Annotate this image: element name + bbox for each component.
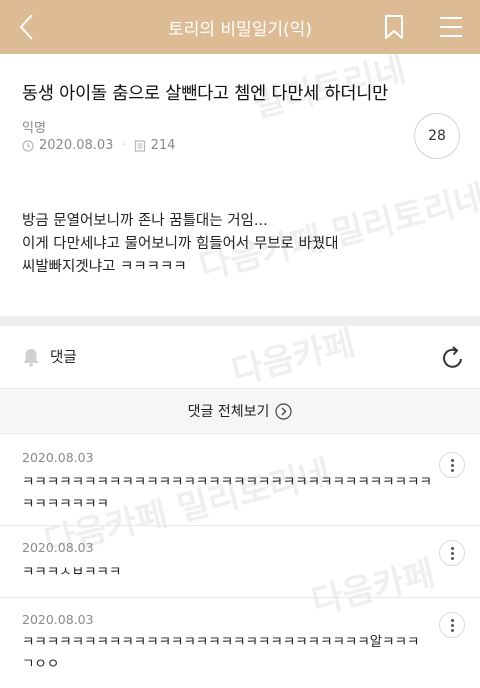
post-body-line: 씨발빠지겟냐고 ㅋㅋㅋㅋㅋ xyxy=(22,259,187,275)
post-meta: 2020.08.03 · 214 xyxy=(22,138,175,153)
cafe-board-title: 토리의 비밀일기(익) xyxy=(168,20,312,40)
watermark-text: 밀리토리네 xyxy=(328,178,480,255)
clock-icon xyxy=(22,139,34,152)
more-dot-icon xyxy=(451,469,454,472)
more-dot-icon xyxy=(451,547,454,550)
more-dot-icon xyxy=(451,552,454,555)
comment-more-button[interactable] xyxy=(439,612,465,638)
comments-label: 댓글 xyxy=(50,350,77,366)
comment-item: 2020.08.03 ㅋㅋㅋㅋㅋㅋㅋㅋㅋㅋㅋㅋㅋㅋㅋㅋㅋㅋㅋㅋㅋㅋㅋㅋㅋㅋㅋㅋㅋ… xyxy=(0,434,480,526)
comment-text: ㅋㅋㅋㅋㅋㅋㅋㅋㅋㅋㅋㅋㅋㅋㅋㅋㅋㅋㅋㅋㅋㅋㅋㅋㅋㅋㅋㅋㅋㅋㅋㅋㅋ ㅋㅋㅋㅋㅋㅋ… xyxy=(22,471,432,515)
post-views: 214 xyxy=(150,138,176,153)
more-dot-icon xyxy=(451,619,454,622)
view-all-comments-label: 댓글 전체보기 xyxy=(187,404,270,420)
post-body-line: 방금 문열어보니까 존나 꿈틀대는 거임... xyxy=(22,213,268,229)
comment-text-line: ㅋㅋㅋㅋㅋㅋㅋㅋㅋㅋㅋㅋㅋㅋㅋㅋㅋㅋㅋㅋㅋㅋㅋㅋㅋㅋㅋㅋ알ㅋㅋㅋ xyxy=(22,634,420,650)
bell-icon[interactable] xyxy=(22,347,40,367)
top-bar: 토리의 비밀일기(익) xyxy=(0,0,480,54)
document-icon xyxy=(134,139,145,152)
bookmark-icon xyxy=(385,15,403,39)
comment-text: ㅋㅋㅋㅅㅂㅋㅋㅋ xyxy=(22,561,121,583)
post-body-line: 이게 다만세냐고 물어보니까 힘들어서 무브로 바꿨대 xyxy=(22,236,339,252)
comment-item: 2020.08.03 ㅋㅋㅋㅋㅋㅋㅋㅋㅋㅋㅋㅋㅋㅋㅋㅋㅋㅋㅋㅋㅋㅋㅋㅋㅋㅋㅋㅋ알… xyxy=(0,598,480,688)
meta-separator: · xyxy=(121,138,126,153)
more-dot-icon xyxy=(451,624,454,627)
comment-date: 2020.08.03 xyxy=(22,540,94,555)
more-dot-icon xyxy=(451,459,454,462)
comments-header: 댓글 xyxy=(22,346,77,367)
more-dot-icon xyxy=(451,629,454,632)
post-title: 동생 아이돌 춤으로 살뺀다고 쳄엔 다만세 하더니만 xyxy=(22,84,389,104)
bookmark-button[interactable] xyxy=(383,14,405,40)
comment-text: ㅋㅋㅋㅋㅋㅋㅋㅋㅋㅋㅋㅋㅋㅋㅋㅋㅋㅋㅋㅋㅋㅋㅋㅋㅋㅋㅋㅋ알ㅋㅋㅋ ㄱㅇㅇ xyxy=(22,631,419,675)
comment-date: 2020.08.03 xyxy=(22,450,94,465)
hamburger-menu-icon xyxy=(440,17,462,37)
post-date: 2020.08.03 xyxy=(39,138,114,153)
post-body: 방금 문열어보니까 존나 꿈틀대는 거임... 이게 다만세냐고 물어보니까 힘… xyxy=(22,210,339,279)
refresh-icon xyxy=(443,346,462,368)
comment-date: 2020.08.03 xyxy=(22,612,94,627)
menu-button[interactable] xyxy=(438,15,464,39)
view-all-comments-button[interactable]: 댓글 전체보기 xyxy=(0,388,480,434)
comment-item: 2020.08.03 ㅋㅋㅋㅅㅂㅋㅋㅋ xyxy=(0,526,480,598)
comment-count-button[interactable]: 28 xyxy=(414,113,460,159)
comment-more-button[interactable] xyxy=(439,540,465,566)
circle-chevron-right-icon xyxy=(275,402,292,420)
more-dot-icon xyxy=(451,557,454,560)
post-author: 익명 xyxy=(22,121,46,136)
more-dot-icon xyxy=(451,464,454,467)
comment-text-line: ㅋㅋㅋㅋㅋㅋㅋ xyxy=(22,496,109,512)
comment-text-line: ㅋㅋㅋㅋㅋㅋㅋㅋㅋㅋㅋㅋㅋㅋㅋㅋㅋㅋㅋㅋㅋㅋㅋㅋㅋㅋㅋㅋㅋㅋㅋㅋㅋ xyxy=(22,474,432,490)
refresh-button[interactable] xyxy=(441,345,465,371)
comment-text-line: ㅋㅋㅋㅅㅂㅋㅋㅋ xyxy=(22,564,122,580)
comment-text-line: ㄱㅇㅇ xyxy=(22,656,60,672)
section-divider xyxy=(0,316,480,326)
watermark: 다음카페 xyxy=(227,323,359,393)
comment-more-button[interactable] xyxy=(439,452,465,478)
